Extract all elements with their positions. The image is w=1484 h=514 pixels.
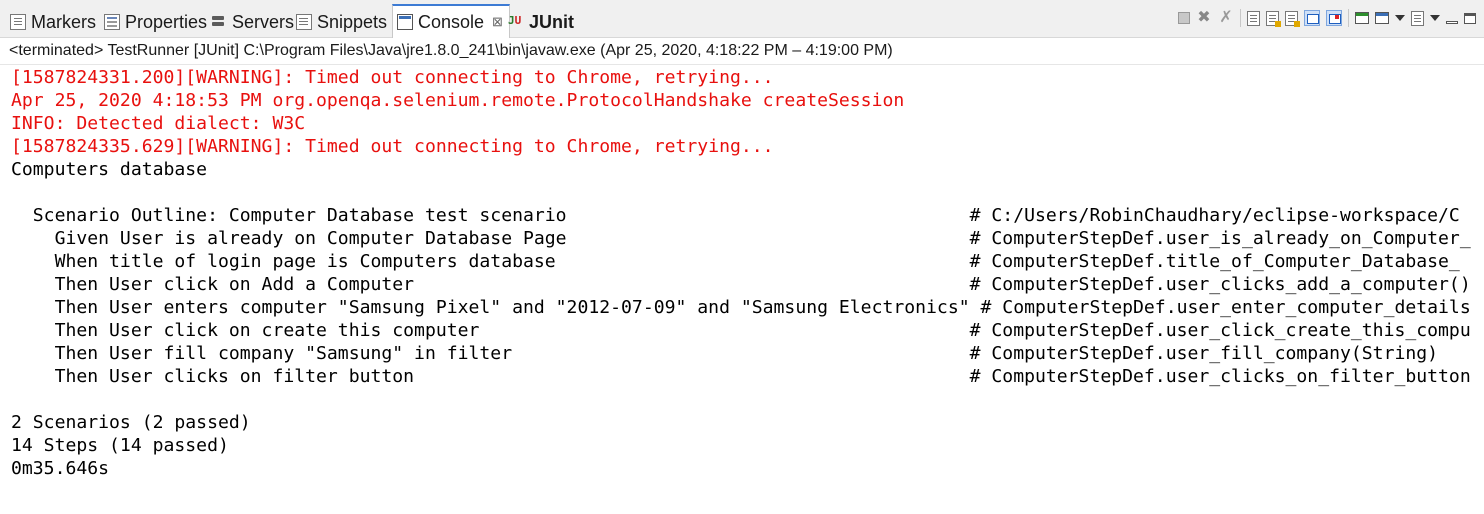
- console-line: When title of login page is Computers da…: [11, 251, 1460, 272]
- console-line: [1587824335.629][WARNING]: Timed out con…: [11, 136, 774, 157]
- chevron-down-icon[interactable]: [1395, 15, 1405, 21]
- console-line: Then User clicks on filter button # Comp…: [11, 366, 1471, 387]
- console-icon: [397, 14, 413, 30]
- junit-icon: JU: [508, 14, 522, 27]
- console-toolbar: ✖ ✗: [1178, 8, 1476, 28]
- snippets-icon: [296, 14, 312, 30]
- console-line: Then User fill company "Samsung" in filt…: [11, 343, 1439, 364]
- console-line: Given User is already on Computer Databa…: [11, 228, 1471, 249]
- show-console-on-stdout-icon[interactable]: [1285, 10, 1300, 27]
- console-line: Apr 25, 2020 4:18:53 PM org.openqa.selen…: [11, 90, 905, 111]
- tab-snippets[interactable]: Snippets: [296, 6, 387, 38]
- tab-junit-label: JUnit: [529, 11, 574, 32]
- console-output[interactable]: [1587824331.200][WARNING]: Timed out con…: [11, 66, 1484, 506]
- tab-console[interactable]: Console ⊠: [392, 4, 510, 38]
- console-line: Then User click on create this computer …: [11, 320, 1471, 341]
- tab-properties-label: Properties: [125, 11, 208, 32]
- minimize-icon[interactable]: [1446, 20, 1458, 24]
- toolbar-separator: [1240, 9, 1241, 27]
- tab-properties[interactable]: Properties: [104, 6, 207, 38]
- view-tab-bar: Markers Properties Servers Snippets Cons…: [0, 0, 1484, 38]
- properties-icon: [104, 14, 120, 30]
- toolbar-separator: [1348, 9, 1349, 27]
- tab-junit[interactable]: JU JUnit: [508, 6, 574, 38]
- console-line: Computers database: [11, 159, 208, 180]
- show-console-on-stderr-icon[interactable]: [1326, 10, 1342, 26]
- open-console-icon[interactable]: [1411, 10, 1424, 26]
- console-line: 0m35.646s: [11, 458, 110, 479]
- servers-icon: [211, 14, 227, 30]
- console-line: 14 Steps (14 passed): [11, 435, 229, 456]
- tab-markers[interactable]: Markers: [10, 6, 96, 38]
- tab-snippets-label: Snippets: [317, 11, 388, 32]
- remove-all-terminated-icon[interactable]: ✗: [1218, 10, 1234, 26]
- console-line: Then User click on Add a Computer # Comp…: [11, 274, 1471, 295]
- tab-console-label: Console: [418, 11, 485, 32]
- tab-markers-label: Markers: [31, 11, 97, 32]
- markers-icon: [10, 14, 26, 30]
- console-line: [1587824331.200][WARNING]: Timed out con…: [11, 67, 774, 88]
- tab-servers[interactable]: Servers: [211, 6, 294, 38]
- display-selected-console-icon[interactable]: [1375, 12, 1389, 24]
- maximize-icon[interactable]: [1464, 12, 1476, 24]
- word-wrap-icon[interactable]: [1266, 10, 1281, 27]
- console-line: 2 Scenarios (2 passed): [11, 412, 251, 433]
- pin-console-icon[interactable]: [1355, 12, 1369, 24]
- launch-status-text: <terminated> TestRunner [JUnit] C:\Progr…: [9, 42, 893, 59]
- divider: [0, 64, 1484, 65]
- tab-servers-label: Servers: [232, 11, 295, 32]
- console-line: INFO: Detected dialect: W3C: [11, 113, 306, 134]
- terminate-icon[interactable]: [1178, 12, 1190, 24]
- remove-launch-icon[interactable]: ✖: [1196, 10, 1212, 26]
- console-line: Then User enters computer "Samsung Pixel…: [11, 297, 1471, 318]
- console-line: Scenario Outline: Computer Database test…: [11, 205, 1460, 226]
- show-console-on-stdout-toggle-icon[interactable]: [1304, 10, 1320, 26]
- chevron-down-icon[interactable]: [1430, 15, 1440, 21]
- close-tab-icon[interactable]: ⊠: [492, 14, 503, 30]
- scroll-lock-icon[interactable]: [1247, 10, 1260, 26]
